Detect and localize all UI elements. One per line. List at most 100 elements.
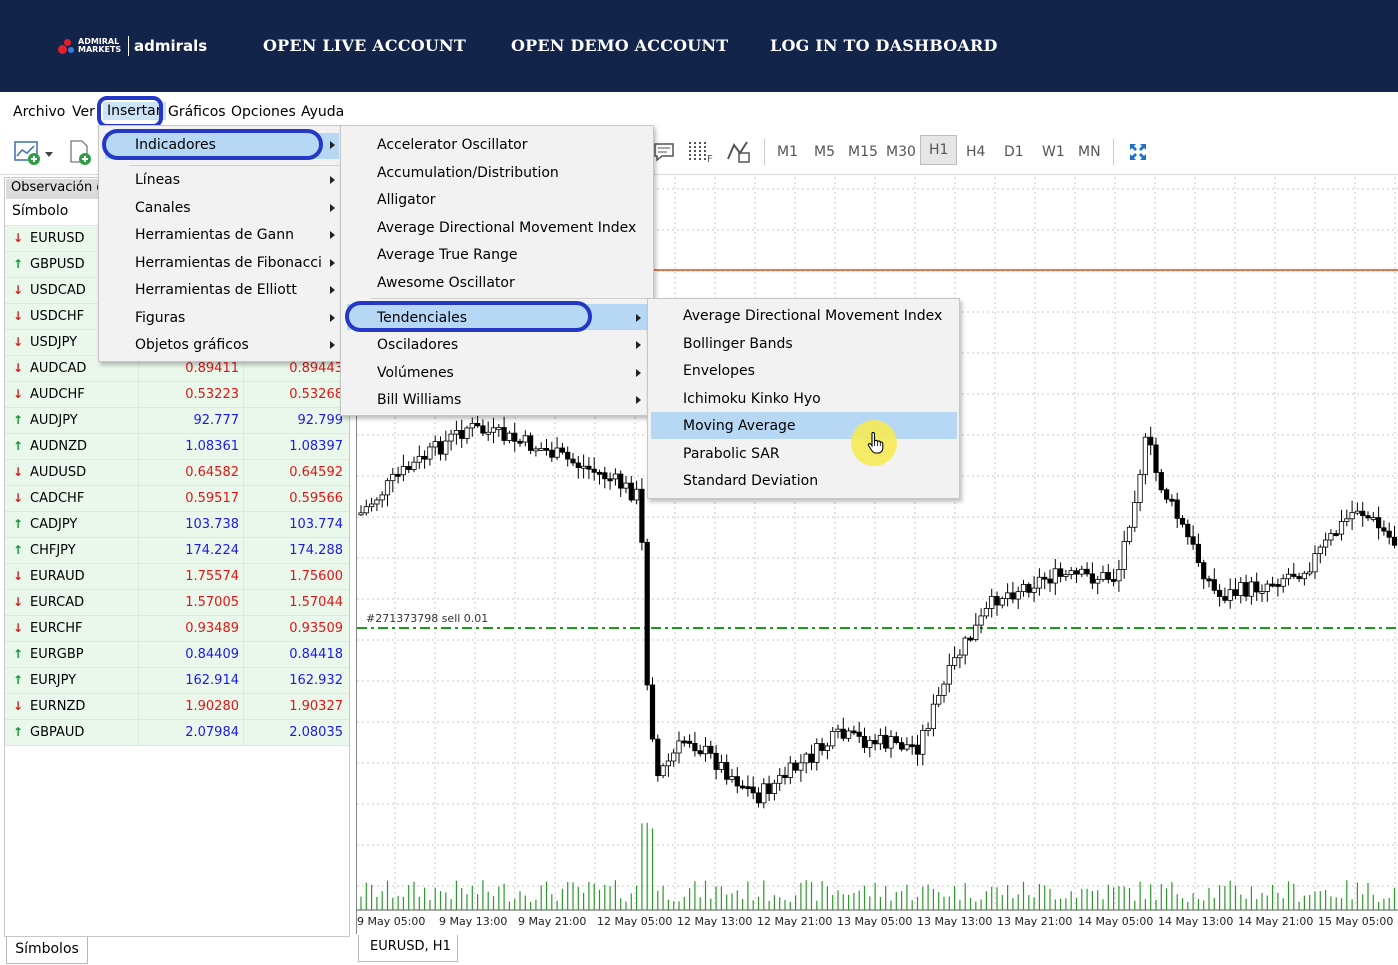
menu-item-awesome-oscillator[interactable]: Awesome Oscillator [377,275,515,291]
templates-icon[interactable] [724,134,754,170]
menu-item-standard-deviation[interactable]: Standard Deviation [683,473,818,489]
table-row[interactable]: ↑ AUDJPY 92.777 92.799 [5,408,349,434]
table-row[interactable]: ↑ AUDNZD 1.08361 1.08397 [5,434,349,460]
table-row[interactable]: ↑ GBPAUD 2.07984 2.08035 [5,720,349,746]
timeframe-d1[interactable]: D1 [1004,144,1024,160]
menu-item-objetos-graficos[interactable]: Objetos gráficos [135,337,249,353]
admiral-markets-logo[interactable]: ADMIRAL MARKETS admirals [58,36,207,56]
timeframe-h1[interactable]: H1 [920,135,958,165]
menu-item-bill-williams[interactable]: Bill Williams [377,392,461,408]
candle-body [384,480,391,496]
table-row[interactable]: ↓ EURNZD 1.90280 1.90327 [5,694,349,720]
candle-body [952,657,958,666]
menu-item-ichimoku[interactable]: Ichimoku Kinko Hyo [683,391,821,407]
candle-body [1137,473,1143,503]
timeframe-m5[interactable]: M5 [814,144,835,160]
candle-body [527,435,534,451]
table-row[interactable]: ↓ CADCHF 0.59517 0.59566 [5,486,349,512]
new-profile-button[interactable] [64,134,94,170]
candle-body [602,472,608,480]
fibonacci-fan-icon[interactable]: F [686,134,716,170]
menu-item-tendenciales[interactable]: Tendenciales [377,310,467,326]
menu-item-indicadores[interactable]: Indicadores [135,137,216,153]
menu-archivo[interactable]: Archivo [13,104,65,120]
candle-body [1105,572,1111,580]
candle-body [1386,530,1392,538]
candle-body [739,785,746,789]
table-row[interactable]: ↑ CADJPY 103.738 103.774 [5,512,349,538]
table-row[interactable]: ↓ AUDUSD 0.64582 0.64592 [5,460,349,486]
symbol-cell: EURJPY [30,673,77,688]
menu-item-atr[interactable]: Average True Range [377,247,518,263]
menu-ayuda[interactable]: Ayuda [301,104,344,120]
table-row[interactable]: ↓ AUDCHF 0.53223 0.53268 [5,382,349,408]
menu-insertar[interactable]: Insertar [103,102,166,120]
menu-item-trend-admi[interactable]: Average Directional Movement Index [683,308,942,324]
menu-item-moving-average[interactable]: Moving Average [683,418,796,434]
menu-item-accelerator-oscillator[interactable]: Accelerator Oscillator [377,137,528,153]
candle-body [1111,579,1117,582]
menu-separator [371,298,647,299]
submenu-arrow-icon [330,176,335,184]
menu-ver[interactable]: Ver [72,104,95,120]
new-chart-button[interactable] [10,134,58,170]
candle-body [363,506,369,514]
candle-body [655,738,661,777]
timeframe-m30[interactable]: M30 [886,144,916,160]
table-row[interactable]: ↓ EURCHF 0.93489 0.93509 [5,616,349,642]
fullscreen-icon[interactable] [1126,134,1150,170]
candle-body [798,762,804,771]
tab-simbolos[interactable]: Símbolos [6,937,88,964]
candle-body [1047,578,1053,584]
candle-body [930,703,937,730]
menu-item-volumenes[interactable]: Volúmenes [377,365,454,381]
timeframe-mn[interactable]: MN [1078,144,1101,160]
menu-item-envelopes[interactable]: Envelopes [683,363,755,379]
candle-body [713,752,719,770]
log-in-dashboard-link[interactable]: LOG IN TO DASHBOARD [770,36,998,55]
chart-tab-eurusd-h1[interactable]: EURUSD, H1 [358,935,458,962]
menu-item-admi[interactable]: Average Directional Movement Index [377,220,636,236]
menu-item-bollinger-bands[interactable]: Bollinger Bands [683,336,793,352]
menu-item-alligator[interactable]: Alligator [377,192,436,208]
candle-body [1015,591,1021,600]
order-line-label: #271373798 sell 0.01 [366,612,489,625]
timeframe-m15[interactable]: M15 [848,144,878,160]
menu-item-canales[interactable]: Canales [135,200,191,216]
open-demo-account-link[interactable]: OPEN DEMO ACCOUNT [511,36,728,55]
open-live-account-link[interactable]: OPEN LIVE ACCOUNT [263,36,466,55]
candle-body [411,461,417,470]
timeframe-m1[interactable]: M1 [777,144,798,160]
timeframe-h4[interactable]: H4 [966,144,985,160]
candle-body [437,441,444,455]
table-row[interactable]: ↓ EURAUD 1.75574 1.75600 [5,564,349,590]
candle-body [899,742,905,750]
menu-item-gann[interactable]: Herramientas de Gann [135,227,294,243]
menu-item-parabolic-sar[interactable]: Parabolic SAR [683,446,780,462]
table-row[interactable]: ↑ EURGBP 0.84409 0.84418 [5,642,349,668]
menu-item-figuras[interactable]: Figuras [135,310,185,326]
candle-body [946,664,952,685]
symbol-cell: USDJPY [30,335,78,350]
menu-item-elliott[interactable]: Herramientas de Elliott [135,282,297,298]
candle-body [1323,539,1329,548]
bid-cell: 162.914 [185,673,239,688]
symbol-cell: AUDJPY [30,413,78,428]
menu-item-osciladores[interactable]: Osciladores [377,337,458,353]
timeframe-w1[interactable]: W1 [1042,144,1065,160]
candle-body [1264,583,1270,592]
menu-item-fibonacci[interactable]: Herramientas de Fibonacci [135,255,322,271]
comment-icon[interactable] [652,134,676,170]
ask-cell: 0.89443 [289,361,343,376]
menu-item-accumulation-distribution[interactable]: Accumulation/Distribution [377,165,559,181]
menu-graficos[interactable]: Gráficos [168,104,226,120]
menu-opciones[interactable]: Opciones [231,104,296,120]
table-row[interactable]: ↓ EURCAD 1.57005 1.57044 [5,590,349,616]
candle-body [368,503,375,508]
candle-body [845,730,852,739]
top-banner: ADMIRAL MARKETS admirals OPEN LIVE ACCOU… [0,0,1398,92]
table-row[interactable]: ↑ CHFJPY 174.224 174.288 [5,538,349,564]
menu-item-lineas[interactable]: Líneas [135,172,180,188]
candle-body [808,753,815,763]
table-row[interactable]: ↑ EURJPY 162.914 162.932 [5,668,349,694]
